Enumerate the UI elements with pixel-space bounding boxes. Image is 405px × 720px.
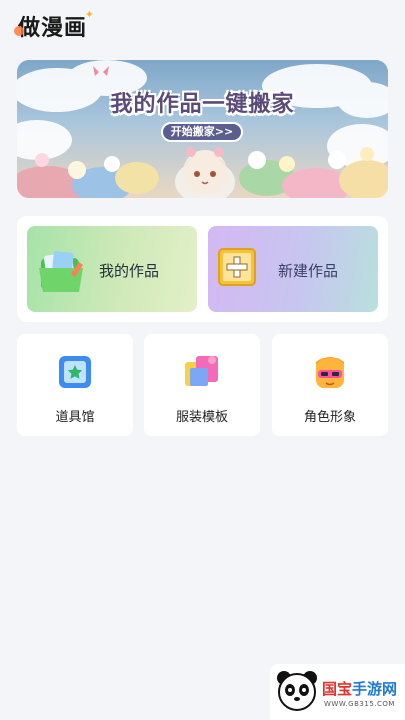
- watermark-brand-b: 手游网: [352, 680, 398, 698]
- watermark-brand-a: 国宝: [322, 680, 353, 698]
- prop-library-label: 道具馆: [55, 410, 95, 425]
- site-watermark: 国宝手游网 WWW.GB315.COM: [270, 664, 405, 720]
- start-move-button[interactable]: 开始搬家>>: [161, 122, 243, 142]
- banner-title: 我的作品一键搬家: [110, 92, 295, 117]
- my-works-card[interactable]: 我的作品: [27, 226, 197, 312]
- app-title-text: 做漫画: [18, 16, 88, 41]
- watermark-url: WWW.GB315.COM: [324, 700, 395, 708]
- watermark-brand: 国宝手游网: [322, 678, 397, 699]
- character-avatar-label: 角色形象: [303, 410, 356, 425]
- add-work-icon: [218, 248, 256, 286]
- sparkle-icon: ✦: [84, 8, 96, 21]
- character-avatar-card[interactable]: 角色形象: [272, 334, 388, 436]
- promo-banner[interactable]: 我的作品一键搬家 开始搬家>>: [17, 60, 388, 198]
- costume-template-card[interactable]: 服装模板: [144, 334, 260, 436]
- prop-frame-icon: [59, 356, 91, 388]
- prop-library-card[interactable]: 道具馆: [17, 334, 133, 436]
- panda-logo-icon: [277, 671, 317, 711]
- app-title: 做漫画 ✦: [14, 8, 94, 42]
- costume-template-icon: [185, 356, 218, 386]
- works-panel: 我的作品 新建作品: [17, 216, 388, 322]
- title-accent-dot: [14, 26, 24, 36]
- new-work-label: 新建作品: [278, 262, 339, 280]
- new-work-card[interactable]: 新建作品: [208, 226, 378, 312]
- costume-template-label: 服装模板: [175, 410, 228, 425]
- my-works-label: 我的作品: [99, 262, 160, 280]
- character-avatar-icon: [316, 357, 344, 388]
- folder-icon: [39, 251, 83, 292]
- app-header: 做漫画 ✦: [14, 8, 94, 42]
